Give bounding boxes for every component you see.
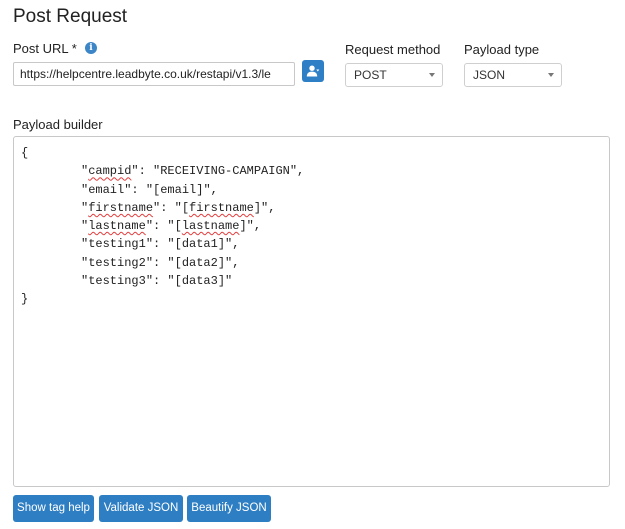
code-line-campid: "campid": "RECEIVING-CAMPAIGN",	[81, 164, 305, 179]
code-line-firstname: "firstname": "[firstname]",	[81, 200, 276, 215]
post-url-input[interactable]: https://helpcentre.leadbyte.co.uk/restap…	[13, 62, 295, 86]
payload-type-label: Payload type	[464, 42, 540, 57]
code-line-testing1: "testing1": "[data1]",	[81, 237, 240, 252]
code-value-pre: "[	[167, 219, 182, 234]
request-method-label: Request method	[345, 42, 441, 57]
code-key: firstname	[88, 200, 154, 215]
code-key: testing1	[88, 237, 146, 252]
code-key: lastname	[88, 219, 146, 234]
code-value: "[email]",	[145, 182, 218, 197]
code-value-post: ]",	[253, 200, 276, 215]
code-value: "[data2]",	[167, 255, 240, 270]
code-key: campid	[88, 164, 132, 179]
code-value-post: ]",	[239, 219, 262, 234]
page-title: Post Request	[13, 6, 128, 27]
code-open-brace: {	[21, 146, 29, 160]
show-tag-help-button[interactable]: Show tag help	[13, 495, 94, 522]
payload-builder-label: Payload builder	[13, 117, 103, 132]
code-line-email: "email": "[email]",	[81, 182, 218, 197]
user-lookup-button[interactable]	[302, 60, 324, 82]
payload-type-select[interactable]: JSON	[464, 63, 562, 87]
code-key: email	[88, 182, 125, 197]
code-value-token: lastname	[181, 219, 240, 234]
user-icon	[306, 65, 320, 77]
chevron-down-icon	[548, 73, 554, 77]
chevron-down-icon	[429, 73, 435, 77]
code-value: "[data1]",	[167, 237, 240, 252]
payload-type-value: JSON	[473, 68, 506, 82]
code-key: testing3	[88, 274, 146, 289]
request-method-select[interactable]: POST	[345, 63, 443, 87]
code-value-pre: "[	[174, 200, 190, 215]
code-key: testing2	[88, 255, 146, 270]
code-line-testing2: "testing2": "[data2]",	[81, 255, 240, 270]
code-value: "RECEIVING-CAMPAIGN",	[153, 164, 305, 179]
beautify-json-button[interactable]: Beautify JSON	[187, 495, 271, 522]
post-url-label: Post URL *	[13, 41, 77, 56]
code-close-brace: }	[21, 292, 29, 307]
info-icon[interactable]: i	[85, 42, 97, 54]
code-line-lastname: "lastname": "[lastname]",	[81, 219, 262, 234]
code-value-token: firstname	[189, 200, 254, 215]
validate-json-button[interactable]: Validate JSON	[99, 495, 183, 522]
request-method-value: POST	[354, 68, 387, 82]
payload-editor[interactable]: { "campid": "RECEIVING-CAMPAIGN", "email…	[13, 136, 610, 487]
code-line-testing3: "testing3": "[data3]"	[81, 274, 233, 289]
code-value: "[data3]"	[167, 274, 233, 289]
